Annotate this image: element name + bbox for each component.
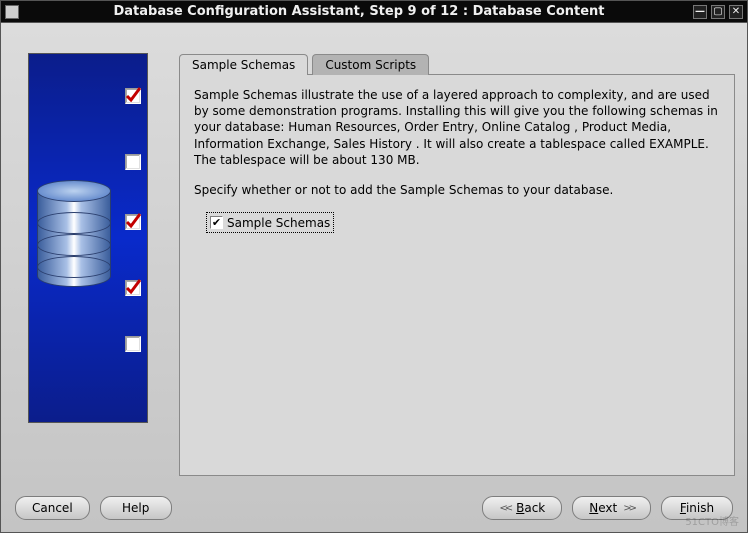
tab-custom-scripts[interactable]: Custom Scripts bbox=[312, 54, 429, 75]
tab-sample-schemas[interactable]: Sample Schemas bbox=[179, 54, 308, 75]
checkbox-label: Sample Schemas bbox=[227, 215, 330, 231]
window-title: Database Configuration Assistant, Step 9… bbox=[25, 4, 693, 19]
progress-step-3 bbox=[125, 214, 141, 230]
wizard-sidebar bbox=[13, 53, 163, 476]
progress-step-2 bbox=[125, 154, 141, 170]
chevron-left-icon: << bbox=[499, 503, 510, 514]
progress-step-4 bbox=[125, 280, 141, 296]
button-row: Cancel Help << Back Next >> Finish bbox=[1, 484, 747, 532]
back-button[interactable]: << Back bbox=[482, 496, 562, 520]
sample-schemas-checkbox[interactable]: ✔ Sample Schemas bbox=[210, 215, 330, 231]
description-1: Sample Schemas illustrate the use of a l… bbox=[194, 87, 720, 168]
cancel-button[interactable]: Cancel bbox=[15, 496, 90, 520]
tab-content: Sample Schemas illustrate the use of a l… bbox=[179, 74, 735, 476]
progress-step-1 bbox=[125, 88, 141, 104]
main-panel: Sample Schemas Custom Scripts Sample Sch… bbox=[179, 53, 735, 476]
description-2: Specify whether or not to add the Sample… bbox=[194, 182, 720, 198]
minimize-icon[interactable]: — bbox=[693, 5, 707, 19]
next-button[interactable]: Next >> bbox=[572, 496, 651, 520]
help-button[interactable]: Help bbox=[100, 496, 172, 520]
progress-step-5 bbox=[125, 336, 141, 352]
titlebar[interactable]: Database Configuration Assistant, Step 9… bbox=[1, 1, 747, 23]
chevron-right-icon: >> bbox=[623, 503, 634, 514]
tab-strip: Sample Schemas Custom Scripts bbox=[179, 53, 735, 74]
window: Database Configuration Assistant, Step 9… bbox=[0, 0, 748, 533]
checkbox-icon: ✔ bbox=[210, 216, 223, 229]
client-area: Sample Schemas Custom Scripts Sample Sch… bbox=[1, 23, 747, 532]
maximize-icon[interactable]: ▢ bbox=[711, 5, 725, 19]
finish-button[interactable]: Finish bbox=[661, 496, 733, 520]
app-icon bbox=[5, 5, 19, 19]
close-icon[interactable]: ✕ bbox=[729, 5, 743, 19]
